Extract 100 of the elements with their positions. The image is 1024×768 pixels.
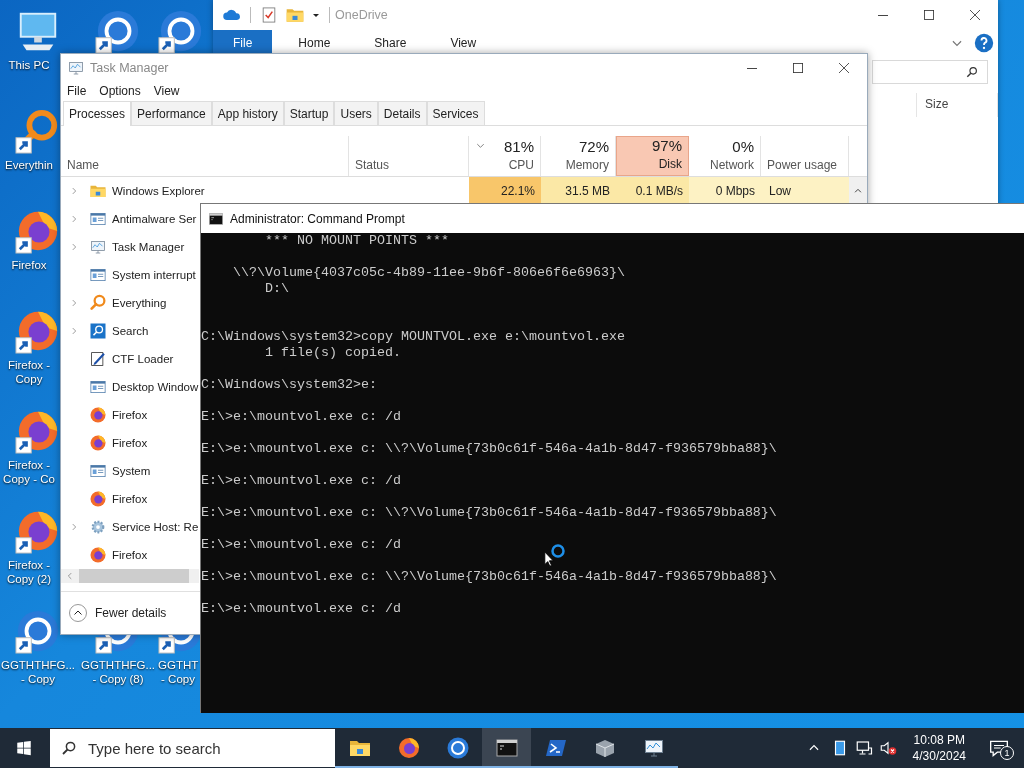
console-line: C:\Windows\system32>e: <box>201 377 377 393</box>
process-name[interactable]: Everything <box>112 297 167 310</box>
taskbar-button[interactable] <box>482 728 531 768</box>
start-icon <box>15 739 33 757</box>
tab[interactable]: App history <box>211 101 284 126</box>
window-title: Administrator: Command Prompt <box>230 211 405 226</box>
ring-icon <box>445 736 470 760</box>
globe-icon <box>89 406 107 425</box>
column-header[interactable]: 0% Network <box>689 136 761 177</box>
process-name[interactable]: Antimalware Ser <box>112 213 197 226</box>
menu-item[interactable]: View <box>153 84 180 99</box>
process-name[interactable]: Firefox <box>112 549 148 562</box>
desktop-icon-label[interactable]: Firefox - Copy <box>0 358 58 386</box>
desktop-icon-label[interactable]: Firefox - Copy - Co <box>0 458 58 486</box>
window-title: OneDrive <box>335 8 388 22</box>
desktop-icon-label[interactable]: GGTHTHFG... - Copy (8) <box>80 658 156 686</box>
magnifier-icon <box>89 294 107 313</box>
process-name[interactable]: Firefox <box>112 493 148 506</box>
process-name[interactable]: System <box>112 465 151 478</box>
clock-date[interactable]: 4/30/2024 <box>912 748 966 764</box>
column-label: Power usage <box>767 158 838 173</box>
column-label: Disk <box>658 157 682 172</box>
column-total: 72% <box>578 138 609 156</box>
process-name[interactable]: Service Host: Re <box>112 521 199 534</box>
console-line: E:\>e:\mountvol.exe c: /d <box>201 537 401 553</box>
column-header[interactable]: Status <box>349 136 469 177</box>
maximize-icon <box>793 63 803 73</box>
close-icon <box>839 63 849 73</box>
scroll-thumb[interactable] <box>79 569 189 584</box>
minimize-icon <box>878 14 888 16</box>
column-header[interactable]: 97% Disk <box>616 136 689 177</box>
column-header[interactable]: Name <box>61 136 349 177</box>
network-icon <box>854 739 873 757</box>
search-field[interactable]: Type here to search <box>50 729 335 767</box>
column-total: 97% <box>651 137 682 155</box>
clock-time[interactable]: 10:08 PM <box>913 732 965 748</box>
table-cell: 31.5 MB <box>541 177 616 206</box>
desktop-icon-label[interactable]: GGTHTHFG... - Copy <box>0 658 76 686</box>
minimize-icon <box>747 67 757 69</box>
notification-icon <box>989 738 1009 758</box>
column-header[interactable]: Power usage <box>761 136 849 177</box>
process-name[interactable]: Windows Explorer <box>112 185 205 198</box>
tab[interactable]: Processes <box>63 101 132 127</box>
table-cell: 22.1% <box>469 177 541 206</box>
tab[interactable]: Details <box>377 101 427 126</box>
desktop-icon-label[interactable]: Firefox <box>0 258 58 272</box>
column-label: Status <box>355 158 390 173</box>
scrollbar[interactable] <box>61 569 199 584</box>
ribbon-tab[interactable]: Home <box>282 30 347 55</box>
console-line: E:\>e:\mountvol.exe c: /d <box>201 473 401 489</box>
busy-spinner-icon <box>550 543 566 559</box>
scrollbar[interactable] <box>849 177 867 206</box>
tab[interactable]: Users <box>334 101 378 126</box>
tab[interactable]: Performance <box>131 101 212 126</box>
muted-speaker-icon <box>878 739 897 757</box>
menu-item[interactable]: File <box>67 84 87 99</box>
search-field[interactable] <box>872 60 988 84</box>
console-line: E:\>e:\mountvol.exe c: /d <box>201 601 401 617</box>
process-name[interactable]: Task Manager <box>112 241 185 254</box>
process-name[interactable]: Search <box>112 325 149 338</box>
ribbon-tab[interactable]: View <box>434 30 493 55</box>
terminal-icon <box>494 736 519 760</box>
desktop-icon-label[interactable]: Everythin <box>0 158 58 172</box>
process-name[interactable]: CTF Loader <box>112 353 174 366</box>
process-name[interactable]: Firefox <box>112 409 148 422</box>
search-icon <box>60 739 78 757</box>
window-title: Task Manager <box>90 61 169 75</box>
console-line: E:\>e:\mountvol.exe c: /d <box>201 409 401 425</box>
fewer-details-button[interactable]: Fewer details <box>69 604 167 623</box>
maximize-icon <box>924 10 934 20</box>
console-line: C:\Windows\system32>copy MOUNTVOL.exe e:\mountvol.exe <box>201 329 625 345</box>
ribbon-tab[interactable]: Share <box>358 30 423 55</box>
menu-item[interactable]: Options <box>99 84 141 99</box>
tab[interactable]: Startup <box>283 101 335 126</box>
search-icon <box>89 322 107 341</box>
process-name[interactable]: System interrupt <box>112 269 196 282</box>
column-header[interactable]: 81% CPU <box>469 136 541 177</box>
monitor-icon <box>89 238 107 257</box>
search-icon <box>965 65 979 79</box>
notification-count: 1 <box>1000 746 1014 760</box>
pen-icon <box>89 350 107 369</box>
chevron-icon <box>65 571 75 582</box>
globe-icon <box>89 546 107 565</box>
console-line: E:\>e:\mountvol.exe c: \\?\Volume{73b0c61f-546a-4a1b-8d47-f936579bba88}\ <box>201 569 777 585</box>
mouse-pointer-icon <box>544 551 554 568</box>
help-icon <box>974 32 994 53</box>
process-name[interactable]: Firefox <box>112 437 148 450</box>
desktop-icon-label[interactable]: This PC <box>0 58 58 72</box>
console-line: E:\>e:\mountvol.exe c: \\?\Volume{73b0c61f-546a-4a1b-8d47-f936579bba88}\ <box>201 441 777 457</box>
globe-icon <box>89 434 107 453</box>
desktop-icon-label[interactable]: Firefox - Copy (2) <box>0 558 58 586</box>
globe-icon <box>396 736 421 760</box>
column-header[interactable]: Size <box>916 93 998 117</box>
console-line: E:\>e:\mountvol.exe c: \\?\Volume{73b0c61f-546a-4a1b-8d47-f936579bba88}\ <box>201 505 777 521</box>
process-name[interactable]: Desktop Window <box>112 381 199 394</box>
tab[interactable]: Services <box>426 101 485 126</box>
column-label: Memory <box>565 158 609 173</box>
console-line: \\?\Volume{4037c05c-4b89-11ee-9b6f-806e6f6e6963}\ <box>232 265 625 281</box>
file-menu-button[interactable]: File <box>213 30 273 55</box>
desktop-icon-label[interactable]: GGTHT - Copy <box>158 658 198 686</box>
